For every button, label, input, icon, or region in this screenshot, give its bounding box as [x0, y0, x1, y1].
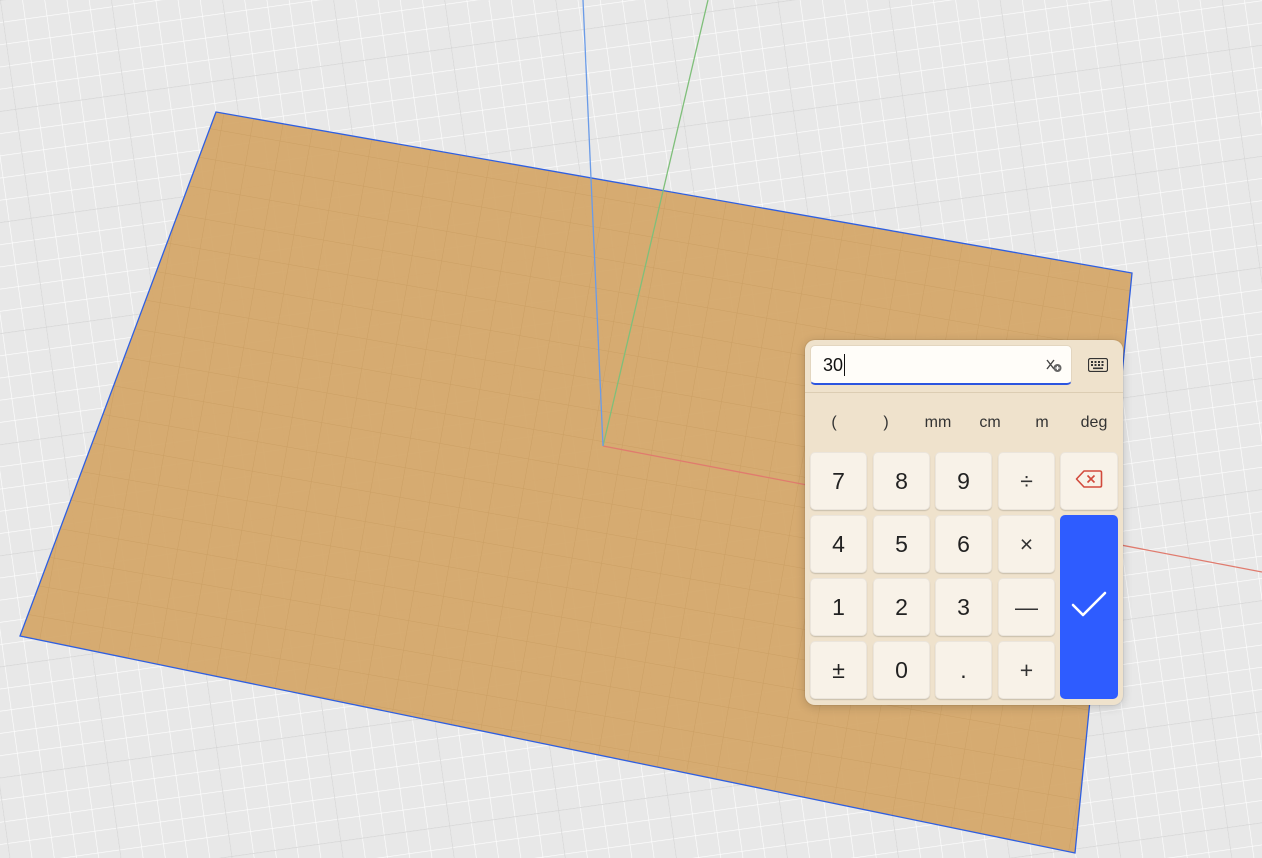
key-2[interactable]: 2: [873, 578, 930, 636]
key-5[interactable]: 5: [873, 515, 930, 573]
input-value: 30: [823, 355, 844, 375]
backspace-icon: [1075, 468, 1103, 495]
value-input-field[interactable]: 30: [810, 345, 1072, 385]
keyboard-icon[interactable]: [1083, 352, 1113, 378]
confirm-button[interactable]: [1060, 515, 1118, 699]
clear-expression-icon[interactable]: [1043, 354, 1065, 376]
unit-m-key[interactable]: m: [1016, 414, 1068, 432]
numeric-input-calculator: 30 ( ) mm cm m deg 7 8 9 ÷ 4 5 6 × 1 2 3…: [805, 340, 1123, 705]
key-8[interactable]: 8: [873, 452, 930, 510]
checkmark-icon: [1071, 591, 1107, 624]
decimal-key[interactable]: .: [935, 641, 992, 699]
open-paren-key[interactable]: (: [808, 414, 860, 432]
key-0[interactable]: 0: [873, 641, 930, 699]
key-4[interactable]: 4: [810, 515, 867, 573]
unit-mm-key[interactable]: mm: [912, 414, 964, 432]
key-9[interactable]: 9: [935, 452, 992, 510]
key-3[interactable]: 3: [935, 578, 992, 636]
backspace-key[interactable]: [1060, 452, 1118, 510]
unit-deg-key[interactable]: deg: [1068, 414, 1120, 432]
plus-minus-key[interactable]: ±: [810, 641, 867, 699]
key-7[interactable]: 7: [810, 452, 867, 510]
unit-cm-key[interactable]: cm: [964, 414, 1016, 432]
close-paren-key[interactable]: ): [860, 414, 912, 432]
divide-key[interactable]: ÷: [998, 452, 1055, 510]
text-caret: [844, 354, 845, 376]
subtract-key[interactable]: —: [998, 578, 1055, 636]
divider: [805, 392, 1123, 393]
multiply-key[interactable]: ×: [998, 515, 1055, 573]
add-key[interactable]: +: [998, 641, 1055, 699]
key-6[interactable]: 6: [935, 515, 992, 573]
key-1[interactable]: 1: [810, 578, 867, 636]
